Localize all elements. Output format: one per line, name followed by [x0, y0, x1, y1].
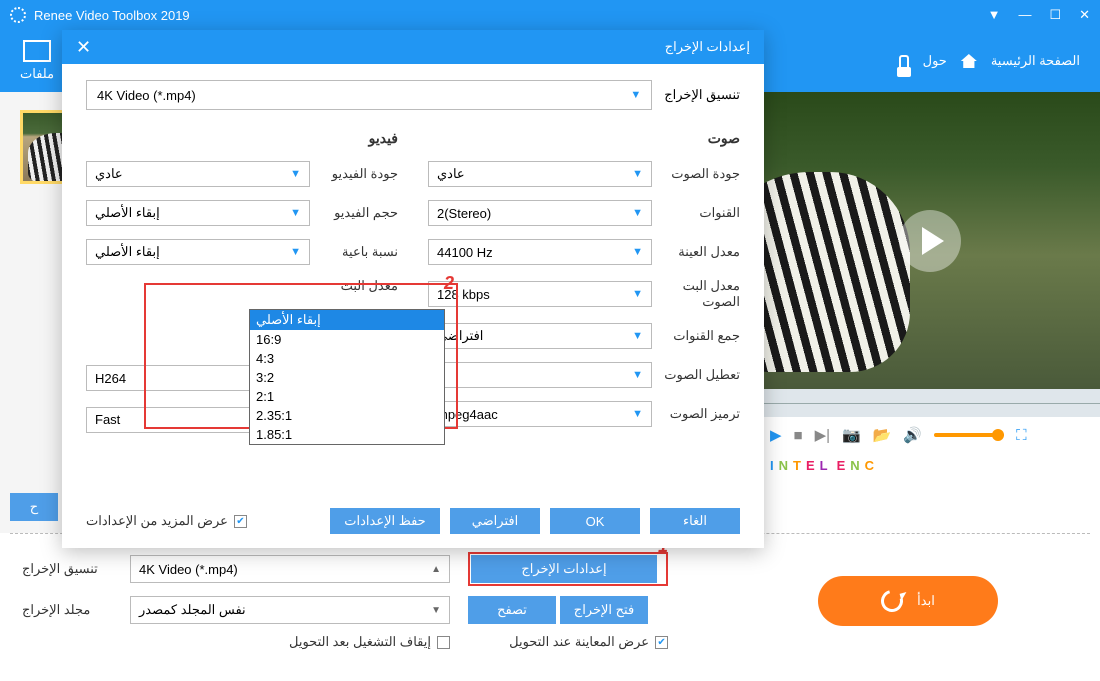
audio-codec-select[interactable]: mpeg4aac▼ — [428, 401, 652, 427]
audio-settings-column: صوت جودة الصوت عادي▼ القنوات 2(Stereo)▼ مع… — [428, 130, 740, 448]
output-folder-value: نفس المجلد كمصدر — [139, 602, 246, 618]
start-button-label: ابدأ — [917, 593, 935, 609]
annotation-number-2: 2 — [444, 273, 454, 294]
close-icon[interactable]: ✕ — [1079, 7, 1090, 23]
video-quality-select[interactable]: عادي▼ — [86, 161, 310, 187]
preview-label: عرض المعاينة عند التحويل — [509, 634, 649, 650]
maximize-icon[interactable]: ☐ — [1049, 7, 1061, 23]
audio-bitrate-label: معدل البت الصوت — [662, 278, 740, 310]
channels-label: القنوات — [662, 205, 740, 221]
channels-select[interactable]: 2(Stereo)▼ — [428, 200, 652, 226]
output-bar: تنسيق الإخراج 4K Video (*.mp4) ▲ 1 إعدادا… — [0, 534, 1100, 668]
dialog-title: إعدادات الإخراج — [665, 39, 750, 55]
video-size-label: حجم الفيديو — [320, 205, 398, 221]
minimize-icon[interactable]: — — [1018, 7, 1031, 23]
output-format-select[interactable]: 4K Video (*.mp4) ▲ — [130, 555, 450, 583]
aspect-ratio-select[interactable]: إبقاء الأصلي▼ — [86, 239, 310, 265]
cancel-button[interactable]: الغاء — [650, 508, 740, 534]
add-files-label: ملفات — [20, 66, 54, 82]
chevron-down-icon: ▼ — [431, 605, 441, 616]
preview-panel: ▶ ■ ▶| 📷 📂 🔊 ⛶ INTEL ENC — [760, 92, 1100, 533]
aspect-ratio-label: نسبة باعية — [320, 244, 398, 260]
ok-button[interactable]: OK — [550, 508, 640, 534]
video-heading: فيديو — [86, 130, 398, 147]
dropdown-option[interactable]: 4:3 — [250, 349, 444, 368]
snapshot-icon[interactable]: 📷 — [842, 426, 861, 444]
chevron-down-icon: ▼ — [630, 89, 641, 101]
default-button[interactable]: افتراضي — [450, 508, 540, 534]
audio-bitrate-select[interactable]: 128 kbps▼ — [428, 281, 652, 307]
chevron-up-icon: ▲ — [431, 564, 441, 575]
about-link[interactable]: حول — [923, 53, 947, 69]
combine-channels-label: جمع القنوات — [662, 328, 740, 344]
start-button[interactable]: ابدأ — [818, 576, 998, 626]
dialog-format-value: 4K Video (*.mp4) — [97, 88, 196, 103]
output-settings-dialog: إعدادات الإخراج ✕ تنسيق الإخراج 4K Video… — [62, 30, 764, 548]
clear-button[interactable]: ح — [10, 493, 58, 521]
stop-button-icon[interactable]: ■ — [794, 427, 803, 444]
fullscreen-icon[interactable]: ⛶ — [1016, 427, 1027, 444]
dropdown-option[interactable]: 2.35:1 — [250, 406, 444, 425]
disable-audio-label: تعطيل الصوت — [662, 367, 740, 383]
filmstrip-plus-icon — [23, 40, 51, 62]
add-files-button[interactable]: ملفات — [20, 40, 54, 82]
play-overlay-button[interactable] — [899, 210, 961, 272]
video-preview[interactable] — [760, 92, 1100, 389]
timeline-scrubber[interactable] — [760, 389, 1100, 417]
app-logo-icon — [10, 7, 26, 23]
output-format-label: تنسيق الإخراج — [22, 561, 112, 577]
dropdown-option[interactable]: 1.85:1 — [250, 425, 444, 444]
dropdown-option-selected[interactable]: إبقاء الأصلي — [250, 310, 444, 330]
play-button-icon[interactable]: ▶ — [770, 426, 782, 444]
audio-quality-select[interactable]: عادي▼ — [428, 161, 652, 187]
play-icon — [922, 227, 944, 255]
player-controls: ▶ ■ ▶| 📷 📂 🔊 ⛶ — [760, 417, 1100, 453]
dropdown-option[interactable]: 2:1 — [250, 387, 444, 406]
titlebar: Renee Video Toolbox 2019 ▼ — ☐ ✕ — [0, 0, 1100, 30]
lock-icon[interactable] — [899, 55, 909, 67]
audio-quality-label: جودة الصوت — [662, 166, 740, 182]
home-icon[interactable] — [961, 54, 977, 68]
audio-heading: صوت — [428, 130, 740, 147]
app-title: Renee Video Toolbox 2019 — [34, 8, 190, 23]
output-folder-select[interactable]: نفس المجلد كمصدر ▼ — [130, 596, 450, 624]
video-size-select[interactable]: إبقاء الأصلي▼ — [86, 200, 310, 226]
show-more-checkbox[interactable]: ✔ — [234, 515, 247, 528]
annotation-box-1: 1 إعدادات الإخراج — [468, 552, 668, 586]
disable-audio-select[interactable]: لا▼ — [428, 362, 652, 388]
refresh-icon — [877, 586, 907, 616]
show-more-label: عرض المزيد من الإعدادات — [86, 513, 228, 529]
dropdown-option[interactable]: 16:9 — [250, 330, 444, 349]
dialog-close-icon[interactable]: ✕ — [76, 37, 91, 58]
volume-slider[interactable] — [934, 433, 1004, 437]
dropdown-option[interactable]: 3:2 — [250, 368, 444, 387]
next-button-icon[interactable]: ▶| — [815, 426, 830, 444]
video-quality-label: جودة الفيديو — [320, 166, 398, 182]
volume-icon[interactable]: 🔊 — [903, 426, 922, 444]
dropdown-icon[interactable]: ▼ — [988, 7, 1001, 23]
home-link[interactable]: الصفحة الرئيسية — [991, 53, 1080, 69]
aspect-ratio-dropdown: إبقاء الأصلي 16:9 4:3 3:2 2:1 2.35:1 1.8… — [249, 309, 445, 445]
sample-rate-select[interactable]: 44100 Hz▼ — [428, 239, 652, 265]
audio-codec-label: ترميز الصوت — [662, 406, 740, 422]
sample-rate-label: معدل العينة — [662, 244, 740, 260]
output-settings-button[interactable]: إعدادات الإخراج — [471, 555, 657, 583]
encoder-badge: INTEL ENC — [760, 453, 1100, 477]
browse-button[interactable]: تصفح — [468, 596, 556, 624]
dialog-format-label: تنسيق الإخراج — [664, 87, 740, 103]
save-settings-button[interactable]: حفظ الإعدادات — [330, 508, 440, 534]
open-output-button[interactable]: فتح الإخراج — [560, 596, 648, 624]
output-format-value: 4K Video (*.mp4) — [139, 562, 238, 577]
video-bitrate-label: معدل البت — [320, 278, 398, 294]
combine-channels-select[interactable]: افتراضي▼ — [428, 323, 652, 349]
output-folder-label: مجلد الإخراج — [22, 602, 112, 618]
dialog-format-select[interactable]: 4K Video (*.mp4) ▼ — [86, 80, 652, 110]
folder-open-icon[interactable]: 📂 — [873, 426, 892, 444]
preview-checkbox[interactable]: ✔ — [655, 636, 668, 649]
